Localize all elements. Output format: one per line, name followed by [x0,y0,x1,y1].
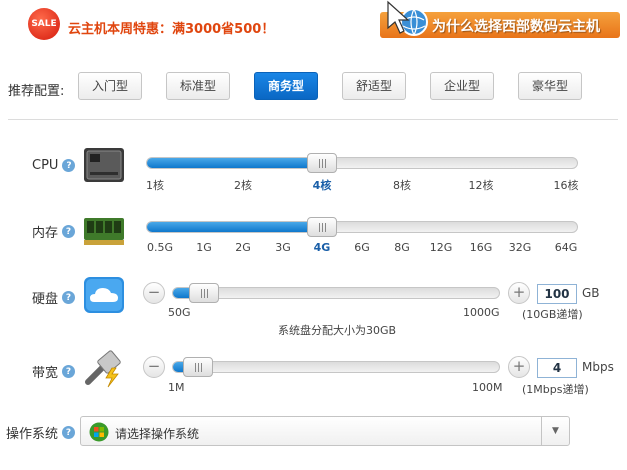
preset-luxury-button[interactable]: 豪华型 [518,72,582,100]
banner-text: 为什么选择西部数码云主机 [432,19,600,35]
memory-slider-handle[interactable] [307,217,337,237]
bandwidth-input[interactable]: 4 [537,358,577,378]
disk-decrease-button[interactable]: − [143,282,165,304]
network-cable-icon [85,350,121,388]
cpu-slider-fill [147,158,322,168]
bandwidth-step-note: (1Mbps递增) [522,383,589,396]
help-icon[interactable]: ? [62,426,76,439]
memory-tick[interactable]: 64G [555,241,578,254]
memory-tick[interactable]: 2G [235,241,251,254]
memory-slider-fill [147,222,322,232]
bandwidth-label: 带宽 ? [32,362,76,381]
memory-tick[interactable]: 12G [430,241,453,254]
memory-tick[interactable]: 3G [275,241,291,254]
memory-tick[interactable]: 6G [354,241,370,254]
cpu-label: CPU ? [32,158,76,173]
why-choose-banner[interactable]: 为什么选择西部数码云主机 [380,0,620,38]
cloud-storage-icon [84,277,124,313]
preset-comfort-button[interactable]: 舒适型 [342,72,406,100]
memory-tick[interactable]: 1G [196,241,212,254]
divider [8,119,618,120]
preset-label: 推荐配置: [8,84,65,99]
chevron-down-icon[interactable]: ▼ [541,417,569,445]
cpu-slider[interactable] [146,153,578,173]
bandwidth-label-text: 带宽 [32,366,59,381]
preset-standard-button[interactable]: 标准型 [166,72,230,100]
cpu-tick-selected[interactable]: 4核 [313,177,332,193]
memory-label: 内存 ? [32,222,76,241]
bandwidth-max-label: 100M [472,381,503,394]
memory-slider[interactable] [146,217,578,237]
memory-module-icon [84,218,124,245]
bandwidth-min-label: 1M [168,381,185,394]
disk-min-label: 50G [168,306,191,319]
windows-logo-icon [89,422,109,442]
bandwidth-decrease-button[interactable]: − [143,356,165,378]
memory-tick[interactable]: 16G [470,241,493,254]
disk-step-note: (10GB递增) [522,308,583,321]
preset-entry-button[interactable]: 入门型 [78,72,142,100]
help-icon[interactable]: ? [62,365,76,378]
os-select-value: 请选择操作系统 [115,427,200,441]
promo-text[interactable]: 云主机本周特惠：满3000省500！ [68,18,274,37]
cpu-tick[interactable]: 2核 [234,177,252,193]
system-disk-note: 系统盘分配大小为30GB [278,324,397,337]
bandwidth-increase-button[interactable]: + [508,356,530,378]
cpu-label-text: CPU [32,158,59,173]
cpu-tick[interactable]: 16核 [554,177,579,193]
disk-slider-handle[interactable] [189,283,219,303]
cpu-chip-icon [84,148,124,182]
os-select[interactable]: 请选择操作系统 ▼ [80,416,570,446]
disk-max-label: 1000G [463,306,500,319]
os-label: 操作系统 ? [6,423,76,442]
memory-tick[interactable]: 8G [394,241,410,254]
memory-tick[interactable]: 32G [509,241,532,254]
disk-size-input[interactable]: 100 [537,284,577,304]
help-icon[interactable]: ? [62,225,76,238]
cursor-globe-icon [387,0,428,36]
bandwidth-slider-handle[interactable] [183,357,213,377]
cpu-slider-handle[interactable] [307,153,337,173]
preset-enterprise-button[interactable]: 企业型 [430,72,494,100]
preset-business-button[interactable]: 商务型 [254,72,318,100]
disk-unit: GB [582,286,600,300]
cpu-tick[interactable]: 12核 [469,177,494,193]
cpu-tick[interactable]: 1核 [146,177,164,193]
disk-increase-button[interactable]: + [508,282,530,304]
disk-label: 硬盘 ? [32,288,76,307]
memory-tick[interactable]: 0.5G [147,241,173,254]
help-icon[interactable]: ? [62,159,76,172]
help-icon[interactable]: ? [62,291,76,304]
disk-label-text: 硬盘 [32,292,59,307]
os-label-text: 操作系统 [6,427,59,442]
memory-label-text: 内存 [32,226,59,241]
disk-slider[interactable] [172,283,500,303]
bandwidth-unit: Mbps [582,360,614,374]
cpu-tick[interactable]: 8核 [393,177,411,193]
memory-tick-selected[interactable]: 4G [314,241,331,254]
bandwidth-slider[interactable] [172,357,500,377]
sale-badge-icon: SALE [28,8,60,40]
